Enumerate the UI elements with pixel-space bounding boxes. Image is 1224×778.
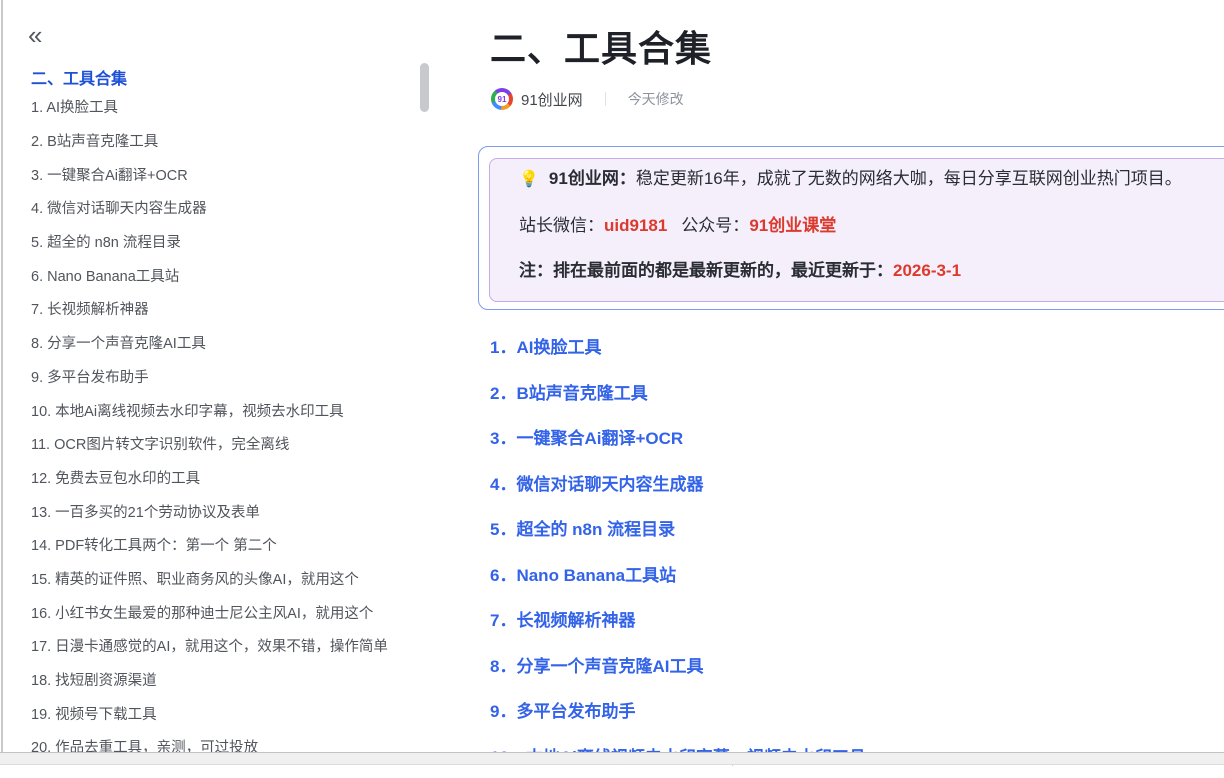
- author-avatar[interactable]: 91: [491, 88, 513, 110]
- doc-main: 二、工具合集 91 91创业网 今天修改 💡 91创业网：稳定更新16年，成就了无…: [455, 0, 1224, 752]
- toc-item[interactable]: 12. 免费去豆包水印的工具: [31, 461, 411, 495]
- toc-item[interactable]: 5. 超全的 n8n 流程目录: [31, 225, 411, 259]
- callout-line-2: 站长微信：uid9181 公众号：91创业课堂: [519, 215, 1224, 237]
- wechat-id: uid9181: [604, 216, 667, 235]
- toc-item[interactable]: 4. 微信对话聊天内容生成器: [31, 191, 411, 225]
- callout-brand: 91创业网：: [549, 169, 636, 188]
- toc-item[interactable]: 18. 找短剧资源渠道: [31, 663, 411, 697]
- toc-item[interactable]: 2. B站声音克隆工具: [31, 124, 411, 158]
- tool-link[interactable]: 8．分享一个声音克隆AI工具: [490, 642, 1224, 688]
- toc-sidebar: « 二、工具合集 1. AI换脸工具 2. B站声音克隆工具 3. 一键聚合Ai…: [3, 0, 455, 752]
- callout-intro-text: 稳定更新16年，成就了无数的网络大咖，每日分享互联网创业热门项目。: [636, 169, 1182, 188]
- tool-link[interactable]: 7．长视频解析神器: [490, 596, 1224, 642]
- tool-link[interactable]: 6．Nano Banana工具站: [490, 551, 1224, 597]
- toc-item[interactable]: 14. PDF转化工具两个：第一个 第二个: [31, 528, 411, 562]
- toc-item[interactable]: 3. 一键聚合Ai翻译+OCR: [31, 157, 411, 191]
- page-title: 二、工具合集: [490, 20, 712, 72]
- sidebar-scrollbar-thumb[interactable]: [420, 63, 429, 112]
- tool-link[interactable]: 3．一键聚合Ai翻译+OCR: [490, 414, 1224, 460]
- byline: 91 91创业网 今天修改: [491, 87, 684, 111]
- toc-item[interactable]: 9. 多平台发布助手: [31, 360, 411, 394]
- toc-item[interactable]: 6. Nano Banana工具站: [31, 258, 411, 292]
- toc-title[interactable]: 二、工具合集: [31, 65, 127, 89]
- toc-item[interactable]: 8. 分享一个声音克隆AI工具: [31, 326, 411, 360]
- wechat-label: 站长微信：: [519, 216, 604, 235]
- callout-box: 💡 91创业网：稳定更新16年，成就了无数的网络大咖，每日分享互联网创业热门项目。…: [489, 158, 1224, 302]
- official-account-name: 91创业课堂: [749, 216, 836, 235]
- update-date: 2026-3-1: [893, 261, 961, 280]
- toc-item[interactable]: 13. 一百多买的21个劳动协议及表单: [31, 494, 411, 528]
- toc-item[interactable]: 17. 日漫卡通感觉的AI，就用这个，效果不错，操作简单: [31, 629, 411, 663]
- author-name[interactable]: 91创业网: [521, 89, 583, 110]
- toc-item[interactable]: 11. OCR图片转文字识别软件，完全离线: [31, 427, 411, 461]
- callout-line-3: 注：排在最前面的都是最新更新的，最近更新于：2026-3-1: [519, 260, 1224, 282]
- toc-item[interactable]: 7. 长视频解析神器: [31, 292, 411, 326]
- update-note: 注：排在最前面的都是最新更新的，最近更新于：: [519, 261, 893, 280]
- tool-link[interactable]: 9．多平台发布助手: [490, 687, 1224, 733]
- tool-link[interactable]: 4．微信对话聊天内容生成器: [490, 460, 1224, 506]
- toc-item[interactable]: 15. 精英的证件照、职业商务风的头像AI，就用这个: [31, 562, 411, 596]
- toc-item[interactable]: 19. 视频号下载工具: [31, 696, 411, 730]
- collapse-sidebar-icon[interactable]: «: [28, 22, 42, 48]
- official-account-label: 公众号：: [681, 216, 749, 235]
- byline-divider: [605, 92, 606, 106]
- toc-item[interactable]: 10. 本地Ai离线视频去水印字幕，视频去水印工具: [31, 393, 411, 427]
- avatar-label: 91: [495, 92, 509, 106]
- toc-item[interactable]: 16. 小红书女生最爱的那种迪士尼公主风AI，就用这个: [31, 595, 411, 629]
- toc-item[interactable]: 1. AI换脸工具: [31, 90, 411, 124]
- toc-list: 1. AI换脸工具 2. B站声音克隆工具 3. 一键聚合Ai翻译+OCR 4.…: [31, 90, 411, 764]
- callout-line-1: 💡 91创业网：稳定更新16年，成就了无数的网络大咖，每日分享互联网创业热门项目。: [519, 168, 1224, 191]
- tool-link[interactable]: 1．AI换脸工具: [490, 323, 1224, 369]
- tool-link[interactable]: 2．B站声音克隆工具: [490, 369, 1224, 415]
- tool-link[interactable]: 5．超全的 n8n 流程目录: [490, 505, 1224, 551]
- callout-outer-box: 💡 91创业网：稳定更新16年，成就了无数的网络大咖，每日分享互联网创业热门项目。…: [478, 146, 1224, 310]
- tool-link-list: 1．AI换脸工具 2．B站声音克隆工具 3．一键聚合Ai翻译+OCR 4．微信对…: [490, 323, 1224, 778]
- lightbulb-icon: 💡: [519, 171, 539, 188]
- modified-time: 今天修改: [628, 89, 684, 109]
- window-bottom-edge: [0, 752, 1224, 765]
